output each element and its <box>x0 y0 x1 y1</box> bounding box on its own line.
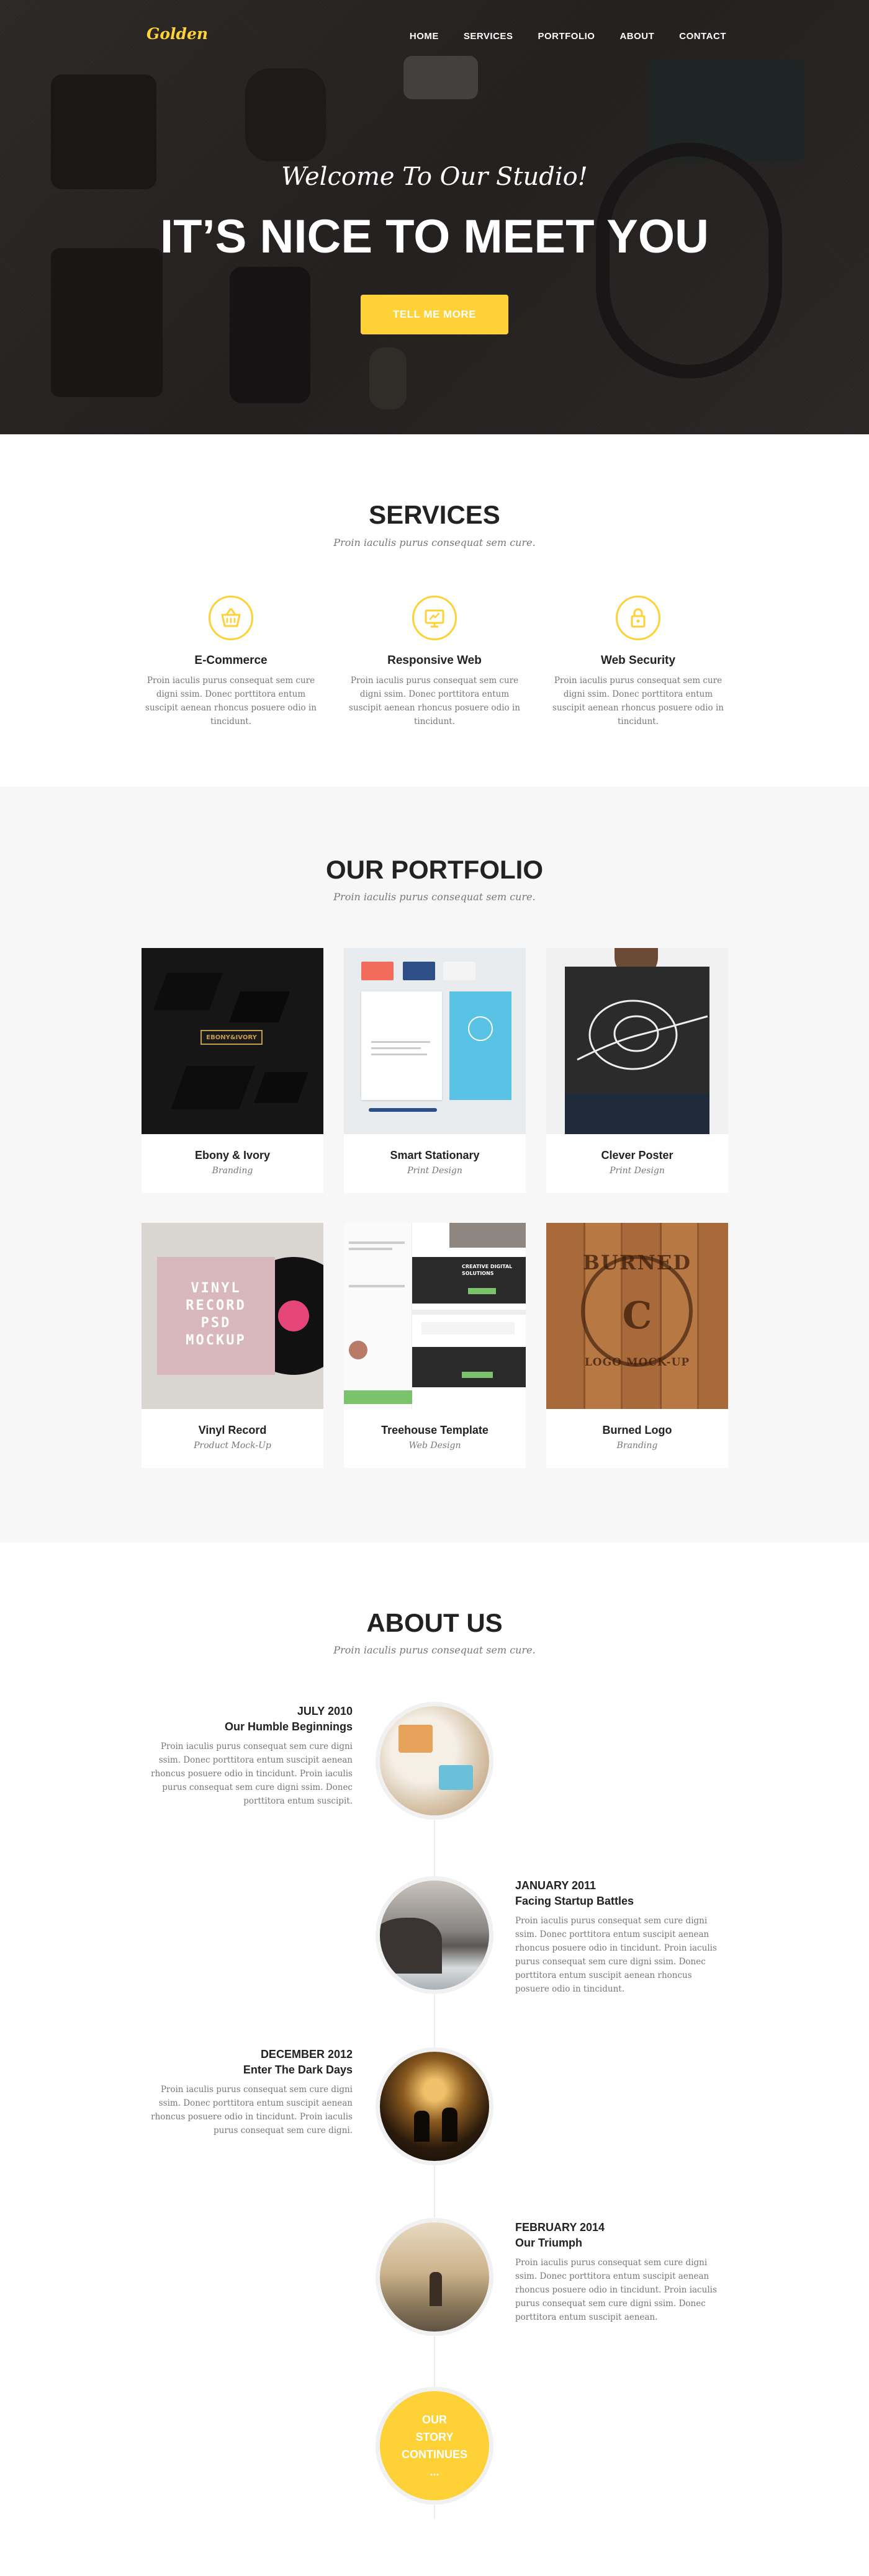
timeline-date: JANUARY 2011 <box>515 1879 597 1892</box>
timeline-heading: Facing Startup Battles <box>515 1895 634 1907</box>
portfolio-item-burned-logo[interactable]: BURNED C LOGO MOCK-UP Burned Logo Brandi… <box>546 1223 728 1468</box>
timeline-heading: Our Humble Beginnings <box>224 1720 353 1733</box>
portfolio-title: OUR PORTFOLIO <box>326 855 543 884</box>
portfolio-item-category: Web Design <box>408 1441 461 1451</box>
portfolio-image: VINYL RECORD PSD MOCKUP <box>142 1223 323 1409</box>
portfolio-image: CREATIVE DIGITAL SOLUTIONS <box>344 1223 526 1409</box>
vinyl-cover-text: VINYL RECORD PSD MOCKUP <box>186 1281 246 1348</box>
timeline-date: FEBRUARY 2014 <box>515 2221 605 2234</box>
timeline-image <box>376 1876 493 1994</box>
timeline-text: Proin iaculis purus consequat sem cure d… <box>515 2258 717 2322</box>
hero-section: Golden HOME SERVICES PORTFOLIO ABOUT CON… <box>0 0 869 434</box>
lock-icon <box>616 596 660 640</box>
our-story-continues-badge[interactable]: OUR STORY CONTINUES ... <box>376 2387 493 2505</box>
timeline-entry: DECEMBER 2012 Enter The Dark Days Proin … <box>146 2048 353 2137</box>
nav-about[interactable]: ABOUT <box>619 31 654 42</box>
portfolio-item-vinyl-record[interactable]: VINYL RECORD PSD MOCKUP Vinyl Record Pro… <box>142 1223 323 1468</box>
timeline-text: Proin iaculis purus consequat sem cure d… <box>151 2085 353 2135</box>
hero-title: IT’S NICE TO MEET YOU <box>160 210 709 263</box>
portfolio-item-category: Branding <box>212 1166 253 1176</box>
portfolio-section: OUR PORTFOLIO Proin iaculis purus conseq… <box>0 787 869 1542</box>
timeline-image <box>376 2047 493 2165</box>
tell-me-more-button[interactable]: TELL ME MORE <box>361 295 508 334</box>
monitor-icon <box>412 596 457 640</box>
portfolio-item-name: Vinyl Record <box>198 1424 267 1436</box>
about-title: ABOUT US <box>366 1608 503 1637</box>
timeline-image <box>376 2218 493 2336</box>
timeline-heading: Enter The Dark Days <box>243 2064 353 2076</box>
portfolio-item-category: Print Design <box>610 1166 665 1176</box>
service-title: Web Security <box>600 654 676 667</box>
shopping-basket-icon <box>209 596 253 640</box>
timeline-text: Proin iaculis purus consequat sem cure d… <box>151 1742 353 1806</box>
nav-contact[interactable]: CONTACT <box>679 31 726 42</box>
main-nav: HOME SERVICES PORTFOLIO ABOUT CONTACT <box>410 31 726 42</box>
portfolio-item-smart-stationary[interactable]: Smart Stationary Print Design <box>344 948 526 1193</box>
portfolio-item-category: Print Design <box>407 1166 462 1176</box>
burned-logo-title: BURNED <box>583 1251 691 1274</box>
service-title: Responsive Web <box>387 654 482 667</box>
portfolio-item-category: Product Mock-Up <box>194 1441 271 1451</box>
timeline-entry: JANUARY 2011 Facing Startup Battles Proi… <box>515 1879 721 1996</box>
burned-logo-letter: C <box>622 1294 652 1338</box>
portfolio-image: BURNED C LOGO MOCK-UP <box>546 1223 728 1409</box>
services-subtitle: Proin iaculis purus consequat sem cure. <box>333 537 536 548</box>
timeline-entry: FEBRUARY 2014 Our Triumph Proin iaculis … <box>515 2221 721 2324</box>
service-web-security: Web Security Proin iaculis purus consequ… <box>548 596 728 728</box>
service-responsive-web: Responsive Web Proin iaculis purus conse… <box>344 596 525 728</box>
hero-subtitle: Welcome To Our Studio! <box>281 163 588 191</box>
portfolio-item-name: Treehouse Template <box>381 1424 489 1436</box>
brand-logo[interactable]: Golden <box>146 25 208 43</box>
portfolio-item-ebony-ivory[interactable]: EBONY&IVORY Ebony & Ivory Branding <box>142 948 323 1193</box>
service-ecommerce: E-Commerce Proin iaculis purus consequat… <box>141 596 321 728</box>
portfolio-item-clever-poster[interactable]: Clever Poster Print Design <box>546 948 728 1193</box>
nav-services[interactable]: SERVICES <box>464 31 513 42</box>
portfolio-item-category: Branding <box>616 1441 658 1451</box>
nav-portfolio[interactable]: PORTFOLIO <box>538 31 595 42</box>
timeline-entry: JULY 2010 Our Humble Beginnings Proin ia… <box>146 1705 353 1808</box>
portfolio-item-treehouse-template[interactable]: CREATIVE DIGITAL SOLUTIONS Treehouse Tem… <box>344 1223 526 1468</box>
portfolio-item-name: Smart Stationary <box>390 1149 480 1161</box>
about-subtitle: Proin iaculis purus consequat sem cure. <box>333 1644 536 1656</box>
portfolio-item-name: Clever Poster <box>601 1149 673 1161</box>
nav-home[interactable]: HOME <box>410 31 439 42</box>
burned-logo-subtitle: LOGO MOCK-UP <box>584 1356 690 1369</box>
ebony-ivory-logo: EBONY&IVORY <box>200 1030 263 1045</box>
portfolio-subtitle: Proin iaculis purus consequat sem cure. <box>333 891 536 903</box>
timeline-image <box>376 1702 493 1820</box>
portfolio-item-name: Ebony & Ivory <box>194 1149 271 1161</box>
timeline-heading: Our Triumph <box>515 2237 582 2249</box>
services-title: SERVICES <box>369 500 500 529</box>
timeline-date: DECEMBER 2012 <box>260 2048 353 2060</box>
service-text: Proin iaculis purus consequat sem cure d… <box>349 676 520 727</box>
service-title: E-Commerce <box>194 654 268 667</box>
timeline-text: Proin iaculis purus consequat sem cure d… <box>515 1916 717 1994</box>
portfolio-image: EBONY&IVORY <box>142 948 323 1134</box>
portfolio-image <box>546 948 728 1134</box>
service-text: Proin iaculis purus consequat sem cure d… <box>145 676 317 727</box>
service-text: Proin iaculis purus consequat sem cure d… <box>552 676 724 727</box>
treehouse-hero-text: CREATIVE DIGITAL SOLUTIONS <box>462 1264 513 1276</box>
portfolio-item-name: Burned Logo <box>602 1424 672 1436</box>
portfolio-image <box>344 948 526 1134</box>
timeline-date: JULY 2010 <box>297 1705 353 1717</box>
